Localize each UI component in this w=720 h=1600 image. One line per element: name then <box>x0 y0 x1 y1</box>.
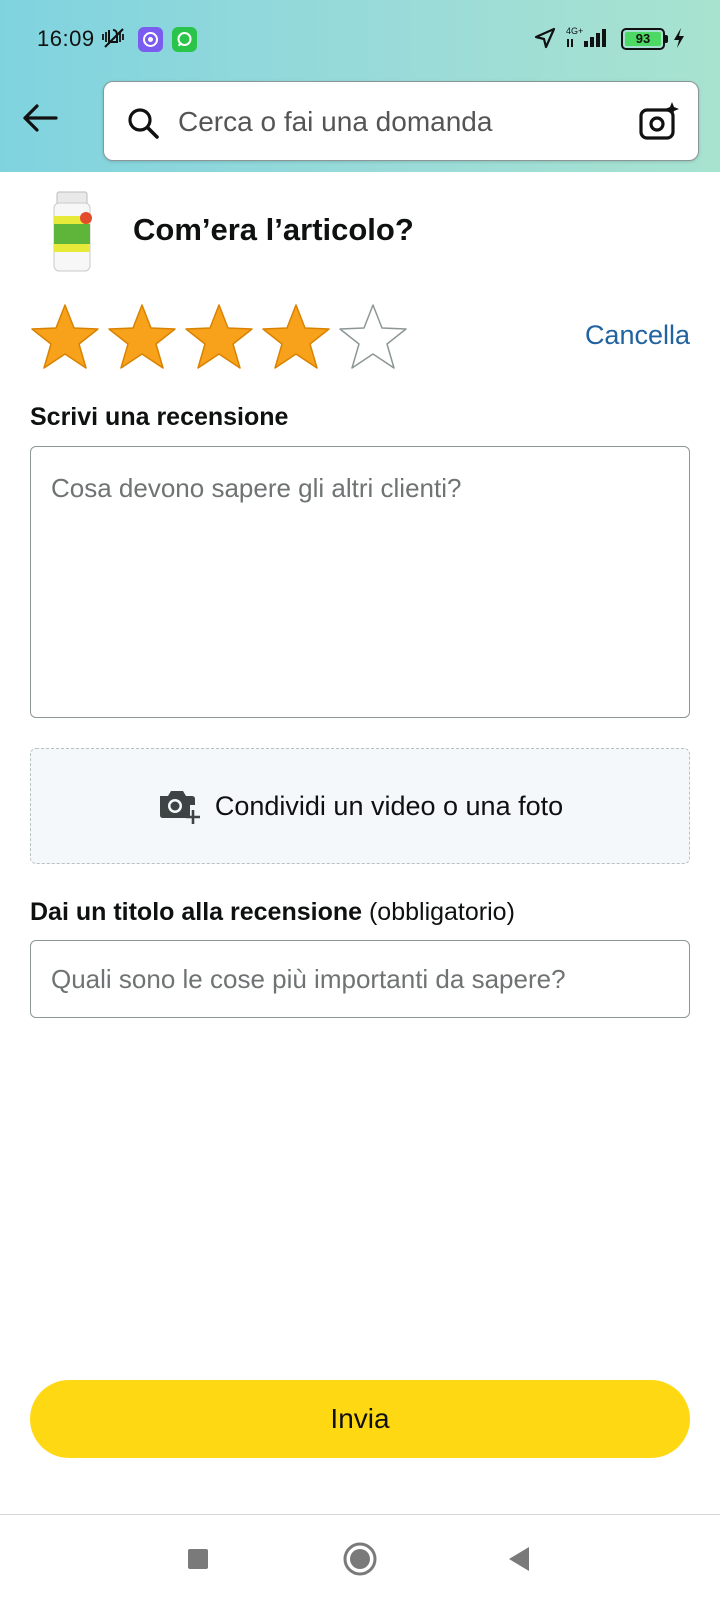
back-button[interactable] <box>18 96 62 140</box>
home-button[interactable] <box>340 1539 380 1579</box>
search-bar[interactable] <box>103 81 699 161</box>
camera-add-icon <box>159 791 200 824</box>
status-time: 16:09 <box>37 26 95 51</box>
star-1[interactable] <box>28 302 105 372</box>
review-question: Com’era l’articolo? <box>133 212 414 247</box>
star-2[interactable] <box>105 302 182 372</box>
review-title-label: Dai un titolo alla recensione (obbligato… <box>30 898 515 927</box>
square-icon <box>188 1549 208 1569</box>
charging-icon <box>672 24 686 52</box>
back-arrow-icon <box>23 104 58 132</box>
battery-level: 93 <box>625 32 661 46</box>
star-4[interactable] <box>259 302 336 372</box>
media-upload-label: Condividi un video o una foto <box>214 790 564 821</box>
star-5[interactable] <box>336 302 413 372</box>
star-rating[interactable] <box>28 302 413 372</box>
review-title-input[interactable] <box>30 940 690 1018</box>
star-3[interactable] <box>182 302 259 372</box>
cancel-rating-link[interactable]: Cancella <box>585 320 690 351</box>
system-back-button[interactable] <box>500 1539 540 1579</box>
review-title-label-text: Dai un titolo alla recensione <box>30 898 363 926</box>
top-header: 16:09 4G+ 93 <box>0 0 720 172</box>
circle-icon <box>343 1542 377 1576</box>
svg-text:4G+: 4G+ <box>566 26 583 36</box>
required-hint: (obbligatorio) <box>368 898 515 926</box>
status-bar: 16:09 4G+ 93 <box>0 0 720 78</box>
recents-button[interactable] <box>178 1539 218 1579</box>
submit-button[interactable]: Invia <box>30 1380 690 1458</box>
battery-tip <box>665 35 668 43</box>
whatsapp-icon <box>172 27 197 52</box>
camera-search-icon[interactable] <box>638 100 680 142</box>
search-input[interactable] <box>178 100 618 144</box>
battery-icon: 93 <box>621 28 665 50</box>
location-arrow-icon <box>532 24 558 52</box>
review-textarea[interactable] <box>30 446 690 718</box>
app-notification-icon <box>138 27 163 52</box>
system-nav-bar <box>0 1514 720 1600</box>
product-image <box>50 190 94 272</box>
write-review-label: Scrivi una recensione <box>30 403 289 431</box>
triangle-back-icon <box>509 1547 529 1571</box>
search-icon <box>128 108 159 139</box>
vibrate-off-icon <box>99 24 129 52</box>
media-upload-button[interactable]: Condividi un video o una foto <box>30 748 690 864</box>
signal-icon: 4G+ <box>564 24 610 52</box>
